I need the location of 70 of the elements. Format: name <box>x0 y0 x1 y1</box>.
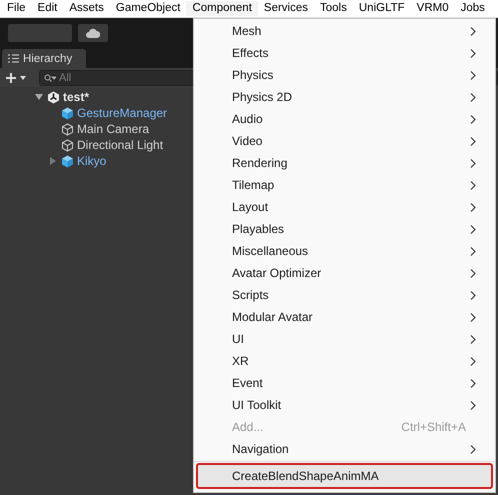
menu-item[interactable]: Jobs <box>454 1 491 16</box>
option-label: Physics <box>232 68 274 82</box>
menu-item[interactable]: Component <box>186 1 258 16</box>
cloud-icon <box>86 28 100 38</box>
menu-option[interactable]: Rendering <box>196 152 493 174</box>
option-label: Effects <box>232 46 270 60</box>
menu-option[interactable]: Video <box>196 130 493 152</box>
option-label: Playables <box>232 222 286 236</box>
menu-item[interactable]: Edit <box>32 1 64 16</box>
option-label: Video <box>232 134 264 148</box>
object-name[interactable]: GestureManager <box>77 106 168 120</box>
object-name[interactable]: Main Camera <box>77 122 150 136</box>
menu-item[interactable]: File <box>1 1 32 16</box>
list-icon <box>8 54 19 63</box>
option-label: Miscellaneous <box>232 244 310 258</box>
cloud-button[interactable] <box>78 24 108 42</box>
option-label: UI <box>232 332 245 346</box>
shortcut-text: Ctrl+Shift+A <box>401 420 466 434</box>
menu-option[interactable]: XR <box>196 350 493 372</box>
menu-option[interactable]: Layout <box>196 196 493 218</box>
menu-item[interactable]: Services <box>258 1 314 16</box>
menu-option[interactable]: UI <box>196 328 493 350</box>
cube-outline-icon <box>61 122 74 136</box>
plus-caret-icon <box>5 72 27 84</box>
option-label: Avatar Optimizer <box>232 266 322 280</box>
option-label: XR <box>232 354 250 368</box>
account-field[interactable] <box>8 24 72 42</box>
object-name[interactable]: Kikyo <box>77 154 106 168</box>
menu-option[interactable]: Navigation <box>196 438 493 460</box>
object-name[interactable]: Directional Light <box>77 138 164 152</box>
search-icon <box>44 74 56 82</box>
menu-option[interactable]: Effects <box>196 42 493 64</box>
option-label: Physics 2D <box>232 90 294 104</box>
option-label: CreateBlendShapeAnimMA <box>232 469 380 483</box>
menu-option[interactable]: Audio <box>196 108 493 130</box>
scene-icon <box>47 90 60 104</box>
menu-item[interactable]: VRM0 <box>410 1 455 16</box>
menu-option[interactable]: Modular Avatar <box>196 306 493 328</box>
hierarchy-tab[interactable]: Hierarchy <box>2 49 86 68</box>
cube-icon <box>61 154 74 168</box>
menu-option[interactable]: UI Toolkit <box>196 394 493 416</box>
option-label: Modular Avatar <box>232 310 314 324</box>
option-label: Tilemap <box>232 178 276 192</box>
option-label: Mesh <box>232 24 262 38</box>
option-label: Navigation <box>232 442 290 456</box>
menu-option[interactable]: Miscellaneous <box>196 240 493 262</box>
collapsed-arrow-icon[interactable] <box>50 157 56 165</box>
option-label: Scripts <box>232 288 270 302</box>
add-button[interactable] <box>5 72 27 84</box>
option-label: Add... <box>232 420 264 434</box>
menu-option[interactable]: Playables <box>196 218 493 240</box>
option-label: Audio <box>232 112 264 126</box>
menu-option[interactable]: Physics 2D <box>196 86 493 108</box>
menu-item[interactable]: UniGLTF <box>352 1 411 16</box>
option-label: Rendering <box>232 156 288 170</box>
menu-option[interactable]: Scripts <box>196 284 493 306</box>
menu-item[interactable]: Assets <box>63 1 110 16</box>
option-label: Layout <box>232 200 270 214</box>
menu-option[interactable]: Tilemap <box>196 174 493 196</box>
menu-option[interactable]: Physics <box>196 64 493 86</box>
cube-icon <box>61 106 74 120</box>
menu-option[interactable]: Avatar Optimizer <box>196 262 493 284</box>
scene-name[interactable]: test* <box>63 90 90 104</box>
cube-outline-icon <box>61 138 74 152</box>
option-label: UI Toolkit <box>232 398 282 412</box>
menu-item[interactable]: Tools <box>314 1 353 16</box>
menu-item[interactable]: GameObject <box>110 1 186 16</box>
option-label: Event <box>232 376 264 390</box>
menu-option[interactable]: CreateBlendShapeAnimMA <box>196 463 493 489</box>
menu-option[interactable]: Event <box>196 372 493 394</box>
